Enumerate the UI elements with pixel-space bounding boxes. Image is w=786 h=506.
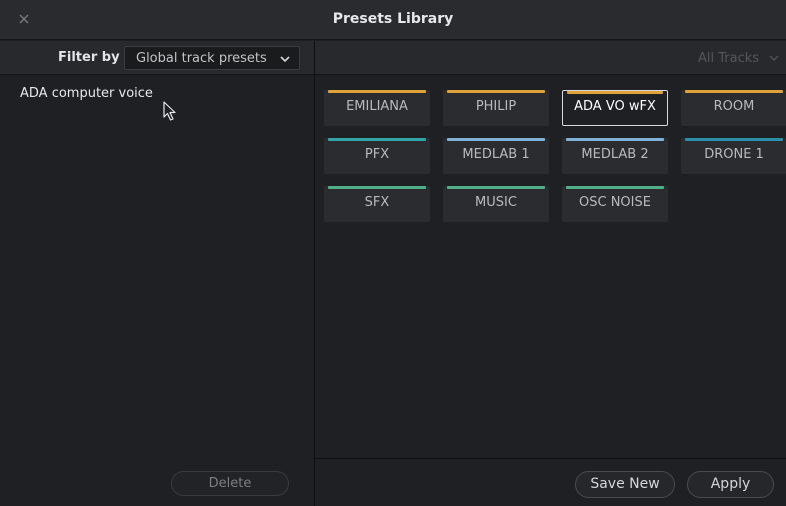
preset-tile[interactable]: PFX <box>324 138 430 174</box>
filter-dropdown-value: Global track presets <box>136 51 267 66</box>
filter-label: Filter by <box>58 50 120 65</box>
preset-label: ADA VO wFX <box>574 99 656 114</box>
preset-color-bar <box>328 138 426 141</box>
preset-color-bar <box>685 138 783 141</box>
preset-list: ADA computer voice <box>0 76 314 458</box>
preset-color-bar <box>566 186 664 189</box>
preset-label: EMILIANA <box>346 99 408 114</box>
preset-label: MEDLAB 1 <box>462 147 530 162</box>
preset-tile[interactable]: MEDLAB 2 <box>562 138 668 174</box>
preset-tile[interactable]: ADA VO wFX <box>562 90 668 126</box>
delete-button[interactable]: Delete <box>171 471 289 496</box>
preset-tile[interactable]: OSC NOISE <box>562 186 668 222</box>
preset-label: SFX <box>364 195 390 210</box>
preset-color-bar <box>685 90 783 93</box>
chevron-down-icon <box>280 56 290 63</box>
tracks-toolbar: All Tracks <box>315 41 786 75</box>
preset-color-bar <box>567 91 663 94</box>
preset-color-bar <box>328 186 426 189</box>
filter-toolbar: Filter by Global track presets <box>0 41 314 75</box>
action-footer: Save New Apply <box>315 458 786 506</box>
list-footer: Delete <box>0 458 314 506</box>
chevron-down-icon <box>769 55 779 61</box>
preset-label: PHILIP <box>475 99 517 114</box>
preset-color-bar <box>447 138 545 141</box>
preset-tile[interactable]: MUSIC <box>443 186 549 222</box>
presets-grid: EMILIANA PHILIP ADA VO wFX ROOM PFX MEDL… <box>315 76 786 458</box>
preset-tile[interactable]: EMILIANA <box>324 90 430 126</box>
filter-dropdown[interactable]: Global track presets <box>124 46 300 70</box>
preset-color-bar <box>447 90 545 93</box>
tracks-dropdown-value[interactable]: All Tracks <box>698 51 759 66</box>
preset-color-bar <box>566 138 664 141</box>
preset-color-bar <box>447 186 545 189</box>
presets-library-window: Presets Library Filter by Global track p… <box>0 0 786 506</box>
preset-tile[interactable]: PHILIP <box>443 90 549 126</box>
preset-label: DRONE 1 <box>704 147 764 162</box>
preset-label: ROOM <box>713 99 755 114</box>
preset-tile[interactable]: MEDLAB 1 <box>443 138 549 174</box>
preset-label: MEDLAB 2 <box>581 147 649 162</box>
preset-tile[interactable]: DRONE 1 <box>681 138 786 174</box>
list-item[interactable]: ADA computer voice <box>20 86 153 101</box>
preset-tile[interactable]: ROOM <box>681 90 786 126</box>
window-title: Presets Library <box>332 11 454 27</box>
preset-label: OSC NOISE <box>579 195 651 210</box>
preset-label: MUSIC <box>475 195 517 210</box>
mouse-pointer-icon <box>163 101 176 121</box>
preset-label: PFX <box>364 147 390 162</box>
apply-button[interactable]: Apply <box>687 471 774 498</box>
preset-tile[interactable]: SFX <box>324 186 430 222</box>
save-new-button[interactable]: Save New <box>575 471 675 498</box>
preset-color-bar <box>328 90 426 93</box>
title-bar: Presets Library <box>0 0 786 40</box>
